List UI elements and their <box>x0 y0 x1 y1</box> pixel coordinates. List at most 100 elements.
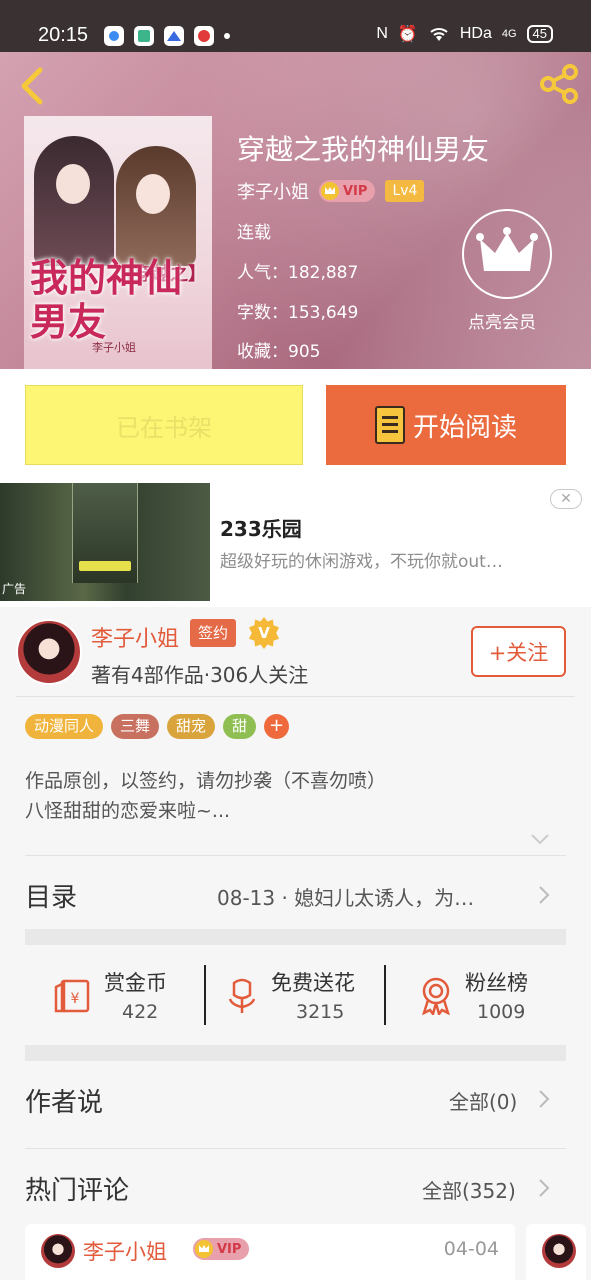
ad-image-frame <box>72 483 138 583</box>
section-separator <box>25 1045 566 1061</box>
reward-coins-label[interactable]: 赏金币 <box>104 967 167 997</box>
divider <box>25 1148 566 1149</box>
crown-icon <box>195 1240 213 1258</box>
latest-chapter[interactable]: 08-13 · 媳妇儿太诱人，为… <box>217 882 474 911</box>
cover-face-right <box>136 174 170 214</box>
start-reading-button[interactable]: 开始阅读 <box>326 385 566 465</box>
cover-title: 我的神仙男友 <box>30 255 183 344</box>
book-word-count: 字数：153,649 <box>237 303 359 323</box>
book-status: 连载 <box>237 223 271 243</box>
author-name[interactable]: 李子小姐 <box>91 621 179 653</box>
notification-icons <box>104 26 230 46</box>
vip-label: VIP <box>217 1241 242 1257</box>
author-says-title: 作者说 <box>25 1088 104 1118</box>
follow-button[interactable]: +关注 <box>471 626 566 677</box>
ad-banner[interactable]: 广告 233乐园 超级好玩的休闲游戏，不玩你就out… ✕ <box>0 481 591 607</box>
comment-card[interactable] <box>526 1224 586 1280</box>
ad-image[interactable]: 广告 <box>0 483 210 601</box>
author-says-all[interactable]: 全部(0) <box>449 1086 517 1115</box>
game-app-icon <box>194 26 214 46</box>
share-icon[interactable] <box>537 62 581 106</box>
divider <box>204 965 206 1025</box>
hd-indicator: HDa <box>459 25 492 42</box>
action-bar: 已在书架 开始阅读 <box>0 369 591 481</box>
reward-flowers-value: 3215 <box>296 1001 345 1023</box>
browser-app-icon <box>104 26 124 46</box>
crown-icon <box>476 227 538 271</box>
description-line: 八怪甜甜的恋爱来啦~... <box>25 800 231 822</box>
gold-coin-envelope-icon[interactable]: ¥ <box>54 975 94 1015</box>
comment-date: 04-04 <box>443 1238 499 1260</box>
book-favorites: 收藏：905 <box>237 342 321 362</box>
vip-badge: VIP <box>193 1238 250 1260</box>
comment-card[interactable]: 李子小姐 VIP 04-04 <box>25 1224 515 1280</box>
chevron-right-icon[interactable] <box>537 884 551 906</box>
wifi-icon <box>430 28 448 41</box>
vip-badge: VIP <box>319 180 376 202</box>
member-button[interactable] <box>462 209 552 299</box>
reward-flowers-label[interactable]: 免费送花 <box>271 967 355 997</box>
battery-icon: 45 <box>526 25 553 43</box>
book-author[interactable]: 李子小姐 <box>237 178 309 204</box>
book-popularity: 人气：182,887 <box>237 263 359 283</box>
cover-face-left <box>56 164 90 204</box>
author-section: 李子小姐 签约 V 著有4部作品·306人关注 +关注 动漫同人 三舞 甜宠 甜… <box>0 607 591 1280</box>
reward-coins-value: 422 <box>122 1001 159 1023</box>
svg-text:¥: ¥ <box>71 991 80 1007</box>
tag-item[interactable]: 三舞 <box>111 714 160 739</box>
reader-app-icon <box>134 26 154 46</box>
ad-title[interactable]: 233乐园 <box>220 513 302 542</box>
book-header: 【穿越之】 我的神仙男友 李子小姐 穿越之我的神仙男友 李子小姐 VIP Lv4… <box>0 52 591 369</box>
crown-icon <box>321 182 339 200</box>
status-bar: 20:15 N ⏰ HDa 4G 45 <box>0 0 591 52</box>
tag-item[interactable]: 甜 <box>223 714 257 739</box>
nfc-icon: N <box>376 25 388 42</box>
hot-comments-title: 热门评论 <box>25 1176 130 1206</box>
author-row: 李子小姐 VIP Lv4 <box>237 178 425 204</box>
ad-close-button[interactable]: ✕ <box>550 489 582 509</box>
chevron-right-icon[interactable] <box>537 1177 551 1199</box>
back-arrow-icon[interactable] <box>14 64 50 108</box>
commenter-avatar[interactable] <box>41 1234 75 1268</box>
chevron-right-icon[interactable] <box>537 1088 551 1110</box>
medal-icon[interactable] <box>416 975 456 1015</box>
status-right: N ⏰ HDa 4G 45 <box>376 24 553 44</box>
more-notifications-icon <box>224 33 230 39</box>
start-reading-label: 开始阅读 <box>412 412 517 443</box>
divider <box>16 696 575 697</box>
vip-label: VIP <box>343 183 368 199</box>
member-label[interactable]: 点亮会员 <box>468 308 536 333</box>
description-line: 作品原创，以签约，请勿抄袭（不喜勿喷） <box>25 770 387 792</box>
verified-badge-icon: V <box>248 617 280 649</box>
divider <box>25 855 566 856</box>
signal-icon: 4G <box>501 28 517 40</box>
book-title: 穿越之我的神仙男友 <box>237 133 490 166</box>
more-tags-button[interactable]: + <box>264 714 290 739</box>
level-badge: Lv4 <box>385 180 425 202</box>
section-separator <box>25 929 566 945</box>
author-avatar[interactable] <box>16 619 82 685</box>
ad-description[interactable]: 超级好玩的休闲游戏，不玩你就out… <box>220 547 503 572</box>
on-shelf-button[interactable]: 已在书架 <box>25 385 303 465</box>
divider <box>384 965 386 1025</box>
catalog-title[interactable]: 目录 <box>25 877 77 914</box>
status-time: 20:15 <box>38 24 89 46</box>
signed-badge: 签约 <box>190 619 237 647</box>
tag-item[interactable]: 动漫同人 <box>25 714 104 739</box>
commenter-avatar[interactable] <box>542 1234 576 1268</box>
flower-icon[interactable] <box>222 975 262 1015</box>
ad-tag: 广告 <box>2 582 27 596</box>
commenter-name[interactable]: 李子小姐 <box>83 1236 167 1266</box>
tag-list: 动漫同人 三舞 甜宠 甜 + <box>25 714 290 739</box>
reward-fans-value: 1009 <box>477 1001 526 1023</box>
chevron-down-icon[interactable] <box>530 829 550 849</box>
tag-item[interactable]: 甜宠 <box>167 714 216 739</box>
cover-author: 李子小姐 <box>92 341 136 354</box>
book-description[interactable]: 作品原创，以签约，请勿抄袭（不喜勿喷） 八怪甜甜的恋爱来啦~... <box>25 766 565 826</box>
book-cover[interactable]: 【穿越之】 我的神仙男友 李子小姐 <box>24 116 212 369</box>
alarm-icon: ⏰ <box>397 26 418 43</box>
cloud-app-icon <box>164 26 184 46</box>
reward-fans-label[interactable]: 粉丝榜 <box>465 967 528 997</box>
hot-comments-all[interactable]: 全部(352) <box>422 1175 516 1204</box>
author-stats: 著有4部作品·306人关注 <box>91 663 309 687</box>
